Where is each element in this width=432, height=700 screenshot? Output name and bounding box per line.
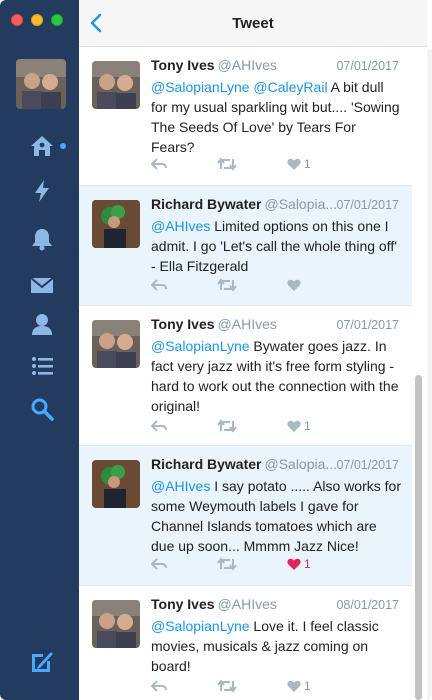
page-title: Tweet xyxy=(232,15,274,32)
tweet-author[interactable]: Tony Ives @AHIves xyxy=(151,57,277,73)
retweet-icon[interactable] xyxy=(217,676,237,696)
reply-icon[interactable] xyxy=(151,275,167,295)
like-count: 1 xyxy=(304,679,311,693)
minimize-window-button[interactable] xyxy=(31,14,43,26)
tweet-text: @SalopianLyne Bywater goes jazz. In fact… xyxy=(151,338,399,414)
tweet-actions: 1 xyxy=(151,676,331,696)
mention-link[interactable]: @AHIves xyxy=(151,478,210,494)
tweet-handle[interactable]: @AHIves xyxy=(218,596,277,612)
avatar[interactable] xyxy=(92,200,140,248)
new-tweets-indicator xyxy=(60,143,66,149)
avatar[interactable] xyxy=(92,320,140,368)
reply-icon[interactable] xyxy=(151,676,167,696)
close-window-button[interactable] xyxy=(11,14,23,26)
tweet-text: @SalopianLyne @CaleyRail A bit dull for … xyxy=(151,79,400,155)
avatar[interactable] xyxy=(92,460,140,508)
like-button[interactable]: 1 xyxy=(287,154,311,174)
tweet-handle[interactable]: @Salopia... xyxy=(264,456,337,472)
retweet-icon[interactable] xyxy=(217,416,237,436)
search-icon[interactable] xyxy=(29,396,55,422)
like-button[interactable]: 1 xyxy=(287,676,311,696)
mention-link[interactable]: @AHIves xyxy=(151,218,210,234)
lightning-icon[interactable] xyxy=(29,178,55,204)
retweet-icon[interactable] xyxy=(217,154,237,174)
tweet-author[interactable]: Tony Ives @AHIves xyxy=(151,596,277,612)
tweet-handle[interactable]: @AHIves xyxy=(218,57,277,73)
bell-icon[interactable] xyxy=(29,226,55,252)
tweet-actions xyxy=(151,275,331,295)
compose-icon[interactable] xyxy=(29,649,55,675)
scrollbar-thumb[interactable] xyxy=(415,375,422,700)
tweet-text: @AHIves Limited options on this one I ad… xyxy=(151,218,397,274)
home-icon[interactable] xyxy=(29,133,55,159)
tweet-item[interactable]: Tony Ives @AHIves 08/01/2017 @SalopianLyn… xyxy=(79,586,412,700)
sidebar xyxy=(0,0,79,700)
tweet-date: 07/01/2017 xyxy=(336,198,399,212)
mention-link[interactable]: @SalopianLyne @CaleyRail xyxy=(151,79,328,95)
like-button[interactable]: 1 xyxy=(287,416,311,436)
tweet-handle[interactable]: @AHIves xyxy=(218,316,277,332)
like-count: 1 xyxy=(304,419,311,433)
tweet-date: 07/01/2017 xyxy=(336,318,399,332)
retweet-icon[interactable] xyxy=(217,554,237,574)
tweet-item[interactable]: Tony Ives @AHIves 07/01/2017 @SalopianLyn… xyxy=(79,306,412,446)
scrollbar-track[interactable] xyxy=(427,50,432,700)
avatar[interactable] xyxy=(92,600,140,648)
tweet-handle[interactable]: @Salopia... xyxy=(264,196,337,212)
account-avatar[interactable] xyxy=(16,59,66,109)
tweet-actions: 1 xyxy=(151,554,331,574)
envelope-icon[interactable] xyxy=(29,272,55,298)
header-bar: Tweet xyxy=(79,0,427,47)
like-button[interactable] xyxy=(287,275,304,295)
mention-link[interactable]: @SalopianLyne xyxy=(151,618,250,634)
tweet-date: 07/01/2017 xyxy=(336,59,399,73)
tweet-author[interactable]: Tony Ives @AHIves xyxy=(151,316,277,332)
tweet-text: @AHIves I say potato ..... Also works fo… xyxy=(151,478,401,554)
tweet-actions: 1 xyxy=(151,154,331,174)
tweet-actions: 1 xyxy=(151,416,331,436)
tweet-item[interactable]: Tony Ives @AHIves 07/01/2017 @SalopianLyn… xyxy=(79,47,412,186)
tweet-author[interactable]: Richard Bywater @Salopia... xyxy=(151,456,337,472)
tweet-item[interactable]: Richard Bywater @Salopia... 07/01/2017 @A… xyxy=(79,186,412,306)
tweet-item[interactable]: Richard Bywater @Salopia... 07/01/2017 @A… xyxy=(79,446,412,586)
app-window: Tweet Tony Ives @AHIves 07/01/2017 @Salop… xyxy=(0,0,432,700)
like-button[interactable]: 1 xyxy=(287,554,311,574)
maximize-window-button[interactable] xyxy=(51,14,63,26)
tweet-date: 07/01/2017 xyxy=(336,458,399,472)
avatar[interactable] xyxy=(92,61,140,109)
profile-icon[interactable] xyxy=(29,311,55,337)
reply-icon[interactable] xyxy=(151,554,167,574)
list-icon[interactable] xyxy=(29,353,55,379)
reply-icon[interactable] xyxy=(151,154,167,174)
mention-link[interactable]: @SalopianLyne xyxy=(151,338,250,354)
tweet-author[interactable]: Richard Bywater @Salopia... xyxy=(151,196,337,212)
tweet-date: 08/01/2017 xyxy=(336,598,399,612)
tweet-text: @SalopianLyne Love it. I feel classic mo… xyxy=(151,618,379,674)
like-count: 1 xyxy=(304,157,311,171)
reply-icon[interactable] xyxy=(151,416,167,436)
like-count: 1 xyxy=(304,557,311,571)
retweet-icon[interactable] xyxy=(217,275,237,295)
